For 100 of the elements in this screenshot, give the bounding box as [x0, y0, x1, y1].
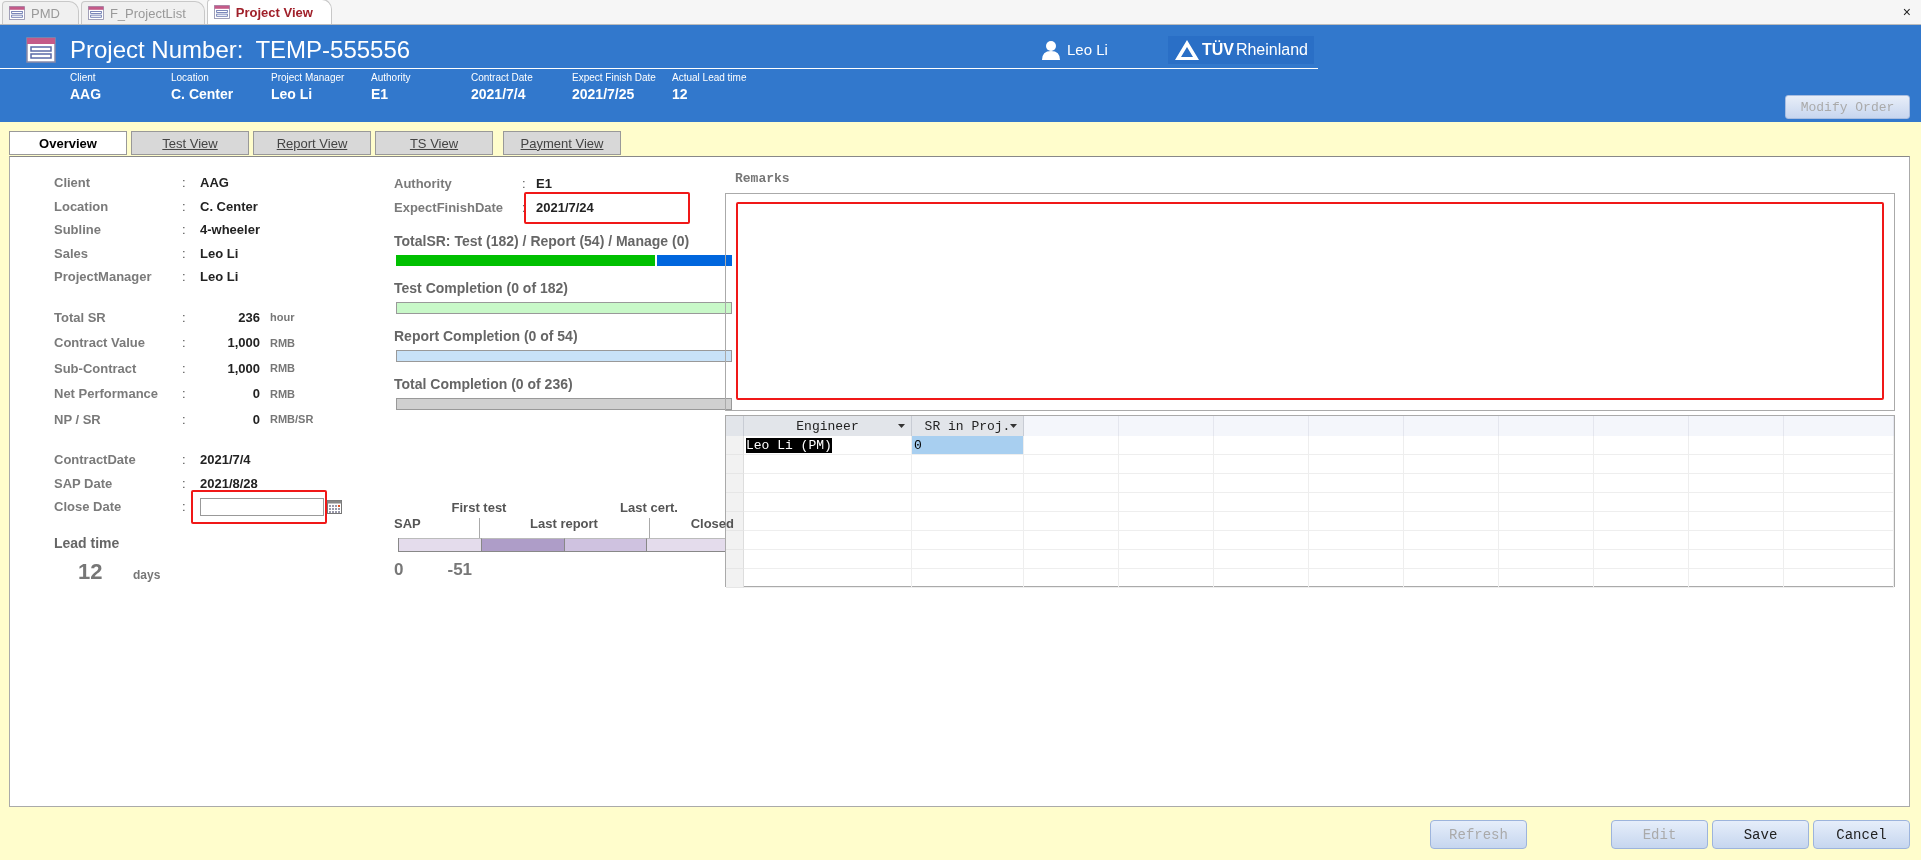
field-value: 236 [237, 309, 261, 325]
view-tab[interactable]: Test View [131, 131, 249, 155]
select-all-corner[interactable] [726, 416, 744, 436]
column-header[interactable]: SR in Proj. [912, 416, 1024, 436]
field-label: Authority [394, 175, 453, 191]
field-value: 2021/8/28 [200, 475, 259, 491]
form-icon [26, 36, 56, 63]
info-label: Location [171, 72, 210, 83]
field-label: Close Date [54, 499, 123, 515]
field-label: Contract Value [54, 335, 147, 351]
info-label: Contract Date [471, 72, 534, 83]
lead-time-value: 12 [78, 558, 104, 585]
field-label: Net Performance [54, 386, 160, 402]
view-tab[interactable]: TS View [375, 131, 493, 155]
field-value: Leo Li [200, 245, 240, 261]
separator-colon: : [182, 175, 187, 191]
separator-colon: : [182, 360, 187, 376]
unit-label: RMB/SR [270, 413, 315, 426]
table-cell: 0 [912, 436, 1024, 455]
unit-label: hour [270, 311, 296, 324]
action-button[interactable]: Save [1712, 820, 1809, 849]
day-count: -51 [447, 560, 473, 580]
user-name: Leo Li [1067, 41, 1108, 58]
field-value: C. Center [200, 198, 259, 214]
view-tab[interactable]: Overview [9, 131, 127, 155]
field-value: 0 [251, 411, 261, 427]
field-label: ProjectManager [54, 269, 153, 285]
day-count: 0 [394, 560, 404, 580]
form-icon [213, 5, 230, 19]
field-label: Sub-Contract [54, 360, 138, 376]
view-tab[interactable]: Payment View [503, 131, 621, 155]
company-logo: TÜVRheinland [1167, 35, 1314, 64]
separator-colon: : [182, 499, 187, 515]
action-button[interactable]: Cancel [1813, 820, 1910, 849]
column-header[interactable]: Engineer [744, 416, 912, 436]
separator-colon: : [182, 475, 187, 491]
info-value: E1 [371, 86, 390, 102]
form-icon [9, 6, 25, 20]
milestone-label: SAP [394, 516, 421, 531]
field-label: ContractDate [54, 452, 137, 468]
field-label: Subline [54, 222, 102, 238]
info-label: Authority [371, 72, 412, 83]
date-field[interactable] [200, 497, 324, 516]
form-icon [87, 6, 104, 20]
field-value: 1,000 [226, 335, 261, 351]
milestone-label: Last report [530, 516, 598, 531]
info-value: AAG [70, 86, 103, 102]
unit-label: RMB [270, 336, 297, 349]
separator-colon: : [182, 386, 187, 402]
calendar-icon[interactable] [327, 499, 342, 514]
separator-colon: : [182, 198, 187, 214]
milestone-label: Closed [690, 516, 734, 531]
field-value: 1,000 [226, 360, 261, 376]
field-label: NP / SR [54, 411, 102, 427]
field-value: 2021/7/24 [536, 200, 594, 215]
caret-icon [1010, 424, 1017, 428]
remarks-label: Remarks [735, 171, 791, 188]
info-label: Actual Lead time [672, 72, 748, 83]
field-label: Client [54, 175, 92, 191]
project-number: TEMP-555556 [255, 35, 411, 64]
view-tab[interactable]: Report View [253, 131, 371, 155]
info-value: Leo Li [271, 86, 314, 102]
info-value: C. Center [171, 86, 235, 102]
table-cell: Leo Li (PM) [744, 436, 912, 455]
info-label: Expect Finish Date [572, 72, 657, 83]
field-label: Total SR [54, 309, 107, 325]
field-value: 2021/7/4 [200, 452, 252, 468]
lead-time-label: Lead time [54, 534, 121, 551]
info-value: 2021/7/25 [572, 86, 636, 102]
separator-colon: : [182, 245, 187, 261]
field-value: E1 [536, 175, 553, 191]
milestone-label: Last cert. [620, 500, 678, 515]
field-value: Leo Li [200, 269, 240, 285]
info-label: Project Manager [271, 72, 346, 83]
info-value: 12 [672, 86, 689, 102]
field-value: 0 [251, 386, 261, 402]
info-label: Client [70, 72, 97, 83]
separator-colon: : [182, 222, 187, 238]
separator-colon: : [182, 411, 187, 427]
separator-colon: : [182, 335, 187, 351]
unit-label: RMB [270, 387, 297, 400]
unit-label: RMB [270, 362, 297, 375]
bar-title: TotalSR: Test (182) / Report (54) / Manage (0) [394, 233, 691, 249]
separator-colon: : [182, 452, 187, 468]
separator-colon: : [182, 269, 187, 285]
bar-title: Test Completion (0 of 182) [394, 280, 569, 296]
separator-colon: : [182, 309, 187, 325]
window-title: Project Number: [70, 35, 244, 64]
field-label: Sales [54, 245, 89, 261]
close-icon[interactable]: × [1902, 4, 1911, 20]
document-tab[interactable]: Project View [206, 0, 332, 24]
milestone-label: First test [451, 500, 507, 515]
info-value: 2021/7/4 [471, 86, 527, 102]
unit-label: days [133, 567, 161, 582]
field-value: 4-wheeler [200, 222, 261, 238]
field-label: Location [54, 198, 110, 214]
bar-title: Report Completion (0 of 54) [394, 328, 579, 344]
separator-colon: : [522, 199, 527, 215]
field-label: ExpectFinishDate [394, 199, 505, 215]
bar-title: Total Completion (0 of 236) [394, 376, 574, 392]
